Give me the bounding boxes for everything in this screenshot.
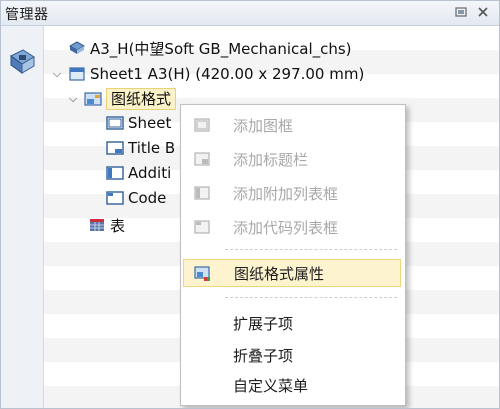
menu-separator <box>225 297 397 298</box>
tree-child-label: Title B <box>128 139 176 157</box>
tree-child-title-block[interactable]: Title B <box>106 136 175 160</box>
panel-titlebar: 管理器 <box>1 1 499 26</box>
panel-title: 管理器 <box>5 7 49 23</box>
sheet-icon <box>68 66 86 82</box>
menu-item-add-code-list[interactable]: 添加代码列表框 <box>183 213 401 241</box>
menu-item-format-properties[interactable]: 图纸格式属性 <box>183 259 401 287</box>
tree-table-row[interactable]: 表 <box>88 213 125 237</box>
menu-item-collapse-children[interactable]: 折叠子项 <box>183 341 401 369</box>
menu-item-label: 自定义菜单 <box>233 376 309 395</box>
context-menu: 添加图框 添加标题栏 添加附加列表框 添加代码列表框 图纸格式属性 扩展子项 折… <box>180 104 406 406</box>
title-block-icon <box>106 140 124 156</box>
tree-child-label: Code <box>128 189 167 207</box>
menu-item-customize-menu[interactable]: 自定义菜单 <box>183 371 401 399</box>
tree-format-row[interactable]: ⌵ 图纸格式 <box>66 87 177 111</box>
menu-item-label: 扩展子项 <box>233 314 294 333</box>
add-title-block-icon <box>193 150 211 168</box>
pin-icon[interactable] <box>453 5 469 21</box>
manager-panel: 管理器 A3_H(中望Soft GB_Mechanical_chs) ⌵ She… <box>0 0 500 409</box>
add-frame-icon <box>193 116 211 134</box>
menu-item-add-additional-list[interactable]: 添加附加列表框 <box>183 179 401 207</box>
tree-child-label: Additi <box>128 164 172 182</box>
tree-child-code[interactable]: Code <box>106 186 166 210</box>
chevron-down-icon[interactable]: ⌵ <box>50 67 64 81</box>
close-icon[interactable] <box>475 5 491 21</box>
tree-root-row[interactable]: A3_H(中望Soft GB_Mechanical_chs) <box>50 36 352 60</box>
menu-item-label: 添加标题栏 <box>233 150 309 169</box>
menu-item-label: 添加附加列表框 <box>233 184 339 203</box>
menu-item-add-frame[interactable]: 添加图框 <box>183 111 401 139</box>
menu-item-label: 添加代码列表框 <box>233 218 339 237</box>
menu-separator <box>225 249 397 250</box>
add-additional-list-icon <box>193 184 211 202</box>
tree-child-label: Sheet <box>128 114 172 132</box>
menu-item-label: 添加图框 <box>233 116 294 135</box>
tree-format-label: 图纸格式 <box>106 88 177 110</box>
tree-child-sheet[interactable]: Sheet <box>106 111 171 135</box>
tree-sheet-label: Sheet1 A3(H) (420.00 x 297.00 mm) <box>90 65 365 83</box>
menu-item-label: 折叠子项 <box>233 346 294 365</box>
menu-item-label: 图纸格式属性 <box>234 264 325 283</box>
add-code-list-icon <box>193 218 211 236</box>
tree-root-label: A3_H(中望Soft GB_Mechanical_chs) <box>90 39 352 58</box>
menu-item-add-title-block[interactable]: 添加标题栏 <box>183 145 401 173</box>
tree-sheet-row[interactable]: ⌵ Sheet1 A3(H) (420.00 x 297.00 mm) <box>50 62 365 86</box>
format-properties-icon <box>194 265 212 283</box>
tree-table-label: 表 <box>110 216 126 235</box>
panel-left-toolbar <box>1 26 44 408</box>
drawing-manager-icon[interactable] <box>7 46 37 76</box>
code-table-icon <box>106 190 124 206</box>
menu-item-expand-children[interactable]: 扩展子项 <box>183 309 401 337</box>
frame-icon <box>106 115 124 131</box>
table-icon <box>88 217 106 233</box>
drawing-template-icon <box>68 40 86 56</box>
chevron-down-icon[interactable]: ⌵ <box>66 92 80 106</box>
sheet-format-icon <box>84 91 102 107</box>
tree-child-additional[interactable]: Additi <box>106 161 171 185</box>
additional-table-icon <box>106 165 124 181</box>
